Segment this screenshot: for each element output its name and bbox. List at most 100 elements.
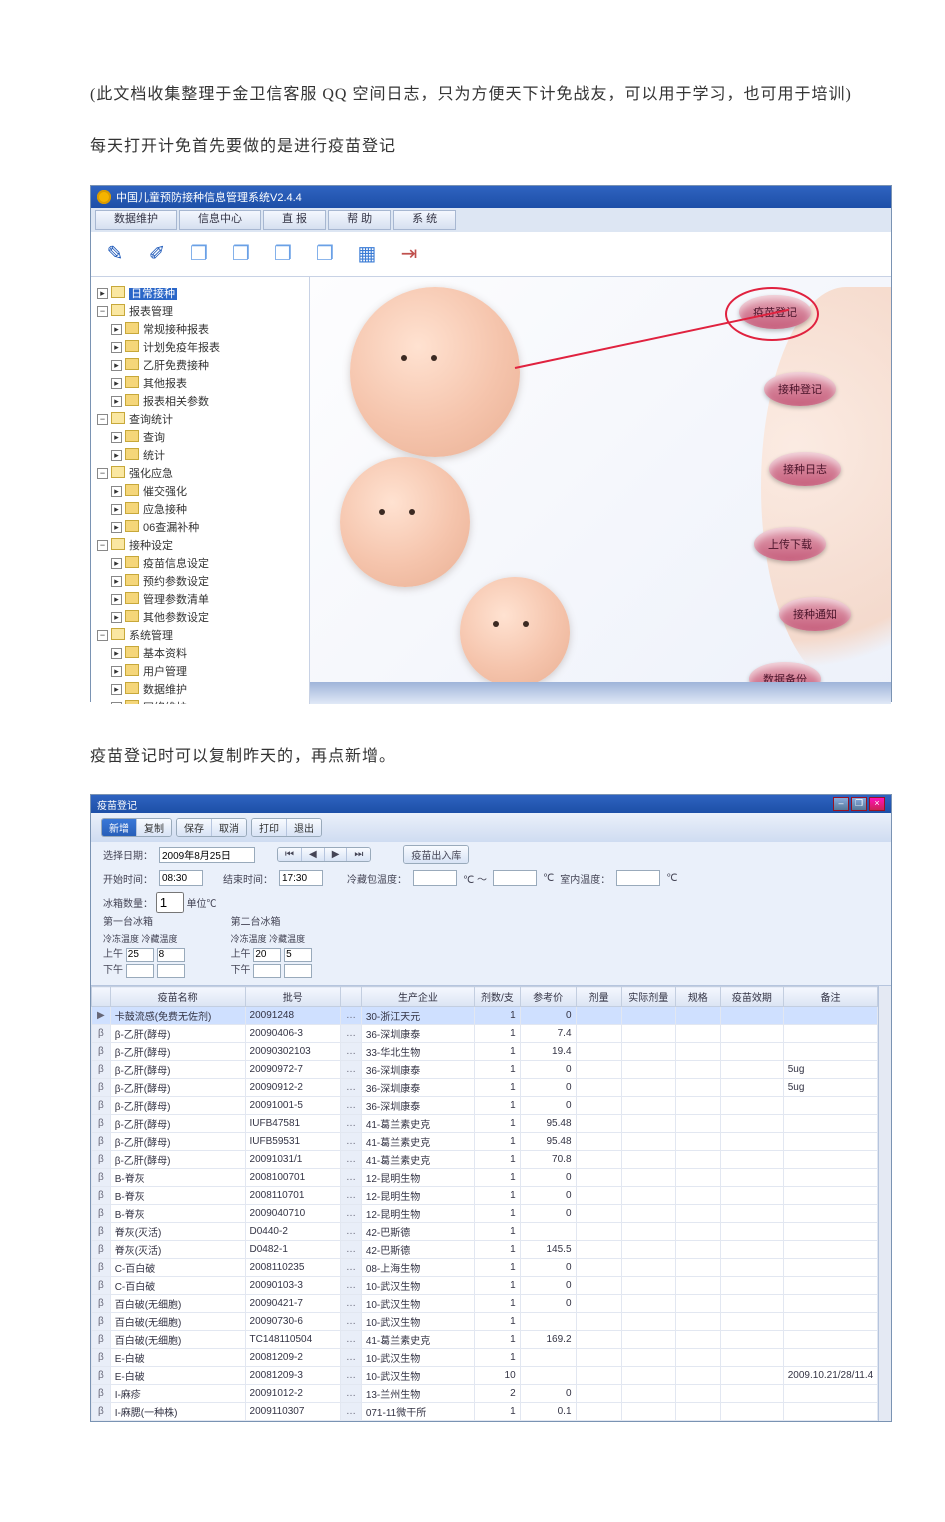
tree-system-data[interactable]: 数据维护 xyxy=(143,684,187,696)
tree-toggle[interactable]: ▸ xyxy=(111,522,122,533)
cell-actual-dose[interactable] xyxy=(621,1367,675,1385)
cell-vaccine-name[interactable]: B-脊灰 xyxy=(110,1187,245,1205)
cell-dose[interactable] xyxy=(576,1187,621,1205)
cell-vaccine-name[interactable]: β-乙肝(酵母) xyxy=(110,1025,245,1043)
cell-manufacturer[interactable]: 08-上海生物 xyxy=(361,1259,474,1277)
cell-spec[interactable] xyxy=(675,1043,720,1061)
cell-note[interactable] xyxy=(783,1349,877,1367)
cell-dose[interactable] xyxy=(576,1151,621,1169)
cell-spec[interactable] xyxy=(675,1097,720,1115)
tree-query[interactable]: 查询 xyxy=(143,432,165,444)
cell-ref-price[interactable]: 95.48 xyxy=(520,1133,576,1151)
cell-dose[interactable] xyxy=(576,1043,621,1061)
cell-mfr-picker[interactable]: … xyxy=(341,1367,362,1385)
cell-dose-per[interactable]: 1 xyxy=(475,1295,521,1313)
cell-expiry[interactable] xyxy=(720,1025,783,1043)
cell-actual-dose[interactable] xyxy=(621,1061,675,1079)
menu-system[interactable]: 系 统 xyxy=(393,210,456,230)
cell-ref-price[interactable]: 70.8 xyxy=(520,1151,576,1169)
tree-reports-annual[interactable]: 计划免疫年报表 xyxy=(143,342,220,354)
cell-expiry[interactable] xyxy=(720,1187,783,1205)
cell-mfr-picker[interactable]: … xyxy=(341,1007,362,1025)
cell-dose[interactable] xyxy=(576,1241,621,1259)
cell-lot[interactable]: IUFB47581 xyxy=(245,1115,341,1133)
cell-note[interactable] xyxy=(783,1205,877,1223)
cell-dose-per[interactable]: 1 xyxy=(475,1133,521,1151)
cell-ref-price[interactable]: 145.5 xyxy=(520,1241,576,1259)
cell-dose-per[interactable]: 1 xyxy=(475,1169,521,1187)
cell-vaccine-name[interactable]: 卡鼓流感(免费无佐剂) xyxy=(110,1007,245,1025)
cell-manufacturer[interactable]: 41-葛兰素史克 xyxy=(361,1331,474,1349)
cell-actual-dose[interactable] xyxy=(621,1169,675,1187)
cell-mfr-picker[interactable]: … xyxy=(341,1403,362,1421)
table-row[interactable]: βC-百白破2008110235…08-上海生物10 xyxy=(92,1259,878,1277)
cell-lot[interactable]: 20090421-7 xyxy=(245,1295,341,1313)
cell-note[interactable]: 5ug xyxy=(783,1061,877,1079)
tree-toggle[interactable]: − xyxy=(97,630,108,641)
cell-expiry[interactable] xyxy=(720,1223,783,1241)
cell-dose-per[interactable]: 1 xyxy=(475,1025,521,1043)
cell-actual-dose[interactable] xyxy=(621,1043,675,1061)
cell-manufacturer[interactable]: 36-深圳康泰 xyxy=(361,1079,474,1097)
col-ref-price[interactable]: 参考价 xyxy=(520,987,576,1007)
tree-reports-regular[interactable]: 常规接种报表 xyxy=(143,324,209,336)
menu-info-center[interactable]: 信息中心 xyxy=(179,210,261,230)
col-dose-per[interactable]: 剂数/支 xyxy=(475,987,521,1007)
tree-toggle[interactable]: − xyxy=(97,540,108,551)
input-cold-temp-to[interactable] xyxy=(493,870,537,886)
cell-ref-price[interactable] xyxy=(520,1313,576,1331)
cell-ref-price[interactable]: 7.4 xyxy=(520,1025,576,1043)
cell-ref-price[interactable]: 0 xyxy=(520,1277,576,1295)
cell-expiry[interactable] xyxy=(720,1061,783,1079)
tree-reports-params[interactable]: 报表相关参数 xyxy=(143,396,209,408)
tree-toggle[interactable]: ▸ xyxy=(111,324,122,335)
btn-cancel[interactable]: 取消 xyxy=(212,819,246,836)
exit-icon[interactable]: ⇥ xyxy=(395,240,423,268)
tree-toggle[interactable]: ▸ xyxy=(111,396,122,407)
cell-note[interactable] xyxy=(783,1277,877,1295)
cell-note[interactable] xyxy=(783,1223,877,1241)
cell-actual-dose[interactable] xyxy=(621,1133,675,1151)
cell-expiry[interactable] xyxy=(720,1043,783,1061)
cell-ref-price[interactable]: 95.48 xyxy=(520,1115,576,1133)
cell-ref-price[interactable] xyxy=(520,1223,576,1241)
table-row[interactable]: ββ-乙肝(酵母)20090972-7…36-深圳康泰105ug xyxy=(92,1061,878,1079)
table-row[interactable]: ββ-乙肝(酵母)20091001-5…36-深圳康泰10 xyxy=(92,1097,878,1115)
tree-settings[interactable]: 接种设定 xyxy=(129,540,173,552)
tree-toggle[interactable]: ▸ xyxy=(111,594,122,605)
cell-lot[interactable]: 2008100701 xyxy=(245,1169,341,1187)
btn-print[interactable]: 打印 xyxy=(252,819,287,836)
cell-spec[interactable] xyxy=(675,1295,720,1313)
cell-lot[interactable]: 20091001-5 xyxy=(245,1097,341,1115)
cell-ref-price[interactable]: 0 xyxy=(520,1205,576,1223)
cell-vaccine-name[interactable]: β-乙肝(酵母) xyxy=(110,1151,245,1169)
cell-manufacturer[interactable]: 33-华北生物 xyxy=(361,1043,474,1061)
btn-copy[interactable]: 复制 xyxy=(137,819,171,836)
cell-ref-price[interactable]: 0 xyxy=(520,1187,576,1205)
table-row[interactable]: βB-脊灰2008110701…12-昆明生物10 xyxy=(92,1187,878,1205)
tree-settings-other[interactable]: 其他参数设定 xyxy=(143,612,209,624)
cell-actual-dose[interactable] xyxy=(621,1097,675,1115)
cell-vaccine-name[interactable]: I-麻疹 xyxy=(110,1385,245,1403)
pencil-add-icon[interactable]: ✎ xyxy=(101,240,129,268)
cell-expiry[interactable] xyxy=(720,1349,783,1367)
cell-dose-per[interactable]: 1 xyxy=(475,1259,521,1277)
cell-lot[interactable]: 2009110307 xyxy=(245,1403,341,1421)
cell-dose[interactable] xyxy=(576,1349,621,1367)
cell-spec[interactable] xyxy=(675,1331,720,1349)
cell-note[interactable] xyxy=(783,1313,877,1331)
menu-help[interactable]: 帮 助 xyxy=(328,210,391,230)
cell-lot[interactable]: D0482-1 xyxy=(245,1241,341,1259)
cell-expiry[interactable] xyxy=(720,1151,783,1169)
col-vaccine-name[interactable]: 疫苗名称 xyxy=(110,987,245,1007)
cell-dose[interactable] xyxy=(576,1079,621,1097)
cell-spec[interactable] xyxy=(675,1187,720,1205)
table-row[interactable]: βB-脊灰2009040710…12-昆明生物10 xyxy=(92,1205,878,1223)
cell-spec[interactable] xyxy=(675,1241,720,1259)
table-row[interactable]: βB-脊灰2008100701…12-昆明生物10 xyxy=(92,1169,878,1187)
cell-manufacturer[interactable]: 12-昆明生物 xyxy=(361,1169,474,1187)
cell-vaccine-name[interactable]: β-乙肝(酵母) xyxy=(110,1115,245,1133)
cell-expiry[interactable] xyxy=(720,1259,783,1277)
cell-dose-per[interactable]: 1 xyxy=(475,1007,521,1025)
cell-note[interactable] xyxy=(783,1295,877,1313)
